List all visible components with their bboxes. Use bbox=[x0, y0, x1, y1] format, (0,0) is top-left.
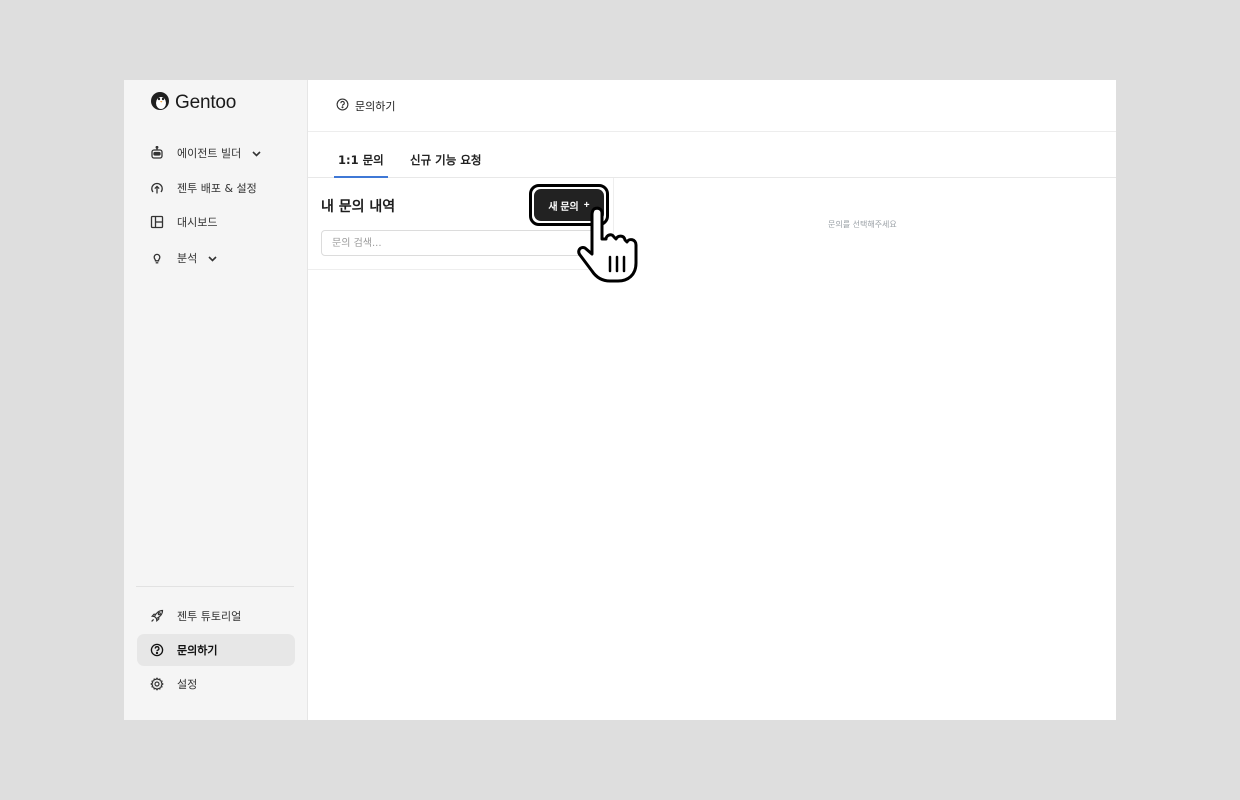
inquiry-list-pane: 내 문의 내역 새 문의 + bbox=[308, 178, 614, 270]
sidebar-item-label: 설정 bbox=[177, 678, 198, 691]
sidebar-item-label: 대시보드 bbox=[177, 216, 218, 229]
app-window: Gentoo 에이전트 빌더 젠투 배포 & 설정 대시보드 분석 젠투 튜토리… bbox=[124, 80, 1116, 720]
inquiry-search-input[interactable] bbox=[321, 230, 601, 256]
pointing-hand-cursor-icon bbox=[577, 206, 638, 283]
sidebar-item-inquiry[interactable]: 문의하기 bbox=[137, 634, 295, 666]
sidebar-item-label: 에이전트 빌더 bbox=[177, 147, 242, 160]
lightbulb-icon bbox=[150, 251, 164, 265]
penguin-logo-icon bbox=[150, 91, 170, 115]
sidebar-item-label: 분석 bbox=[177, 252, 198, 265]
sidebar: Gentoo 에이전트 빌더 젠투 배포 & 설정 대시보드 분석 젠투 튜토리… bbox=[124, 80, 308, 720]
sidebar-divider bbox=[136, 586, 294, 587]
gear-icon bbox=[150, 677, 164, 691]
page-header: 문의하기 bbox=[308, 80, 1116, 132]
robot-icon bbox=[150, 146, 164, 160]
sidebar-item-label: 젠투 배포 & 설정 bbox=[177, 182, 257, 195]
layout-icon bbox=[150, 215, 164, 229]
sidebar-item-settings[interactable]: 설정 bbox=[137, 668, 295, 700]
main-content: 문의하기 1:1 문의 신규 기능 요청 내 문의 내역 새 문의 + 문의를 … bbox=[308, 80, 1116, 720]
logo-text: Gentoo bbox=[175, 92, 237, 113]
tab-bar: 1:1 문의 신규 기능 요청 bbox=[308, 132, 1116, 178]
question-icon bbox=[150, 643, 164, 657]
tab-feature-request[interactable]: 신규 기능 요청 bbox=[410, 152, 482, 168]
sidebar-item-label: 젠투 튜토리얼 bbox=[177, 610, 242, 623]
upload-icon bbox=[150, 181, 164, 195]
inquiry-list-title: 내 문의 내역 bbox=[321, 199, 396, 215]
rocket-icon bbox=[150, 609, 164, 623]
sidebar-item-deploy-settings[interactable]: 젠투 배포 & 설정 bbox=[137, 172, 295, 204]
chevron-down-icon[interactable] bbox=[207, 253, 218, 264]
sidebar-item-analytics[interactable]: 분석 bbox=[137, 242, 295, 274]
logo[interactable]: Gentoo bbox=[150, 91, 236, 115]
sidebar-item-agent-builder[interactable]: 에이전트 빌더 bbox=[137, 137, 295, 169]
question-icon bbox=[336, 98, 349, 114]
sidebar-item-dashboard[interactable]: 대시보드 bbox=[137, 206, 295, 238]
empty-state-message: 문의를 선택해주세요 bbox=[828, 220, 897, 229]
sidebar-item-tutorial[interactable]: 젠투 튜토리얼 bbox=[137, 600, 295, 632]
page-title: 문의하기 bbox=[355, 99, 396, 113]
chevron-down-icon[interactable] bbox=[251, 148, 262, 159]
tab-one-on-one[interactable]: 1:1 문의 bbox=[334, 152, 388, 178]
sidebar-item-label: 문의하기 bbox=[177, 644, 218, 657]
